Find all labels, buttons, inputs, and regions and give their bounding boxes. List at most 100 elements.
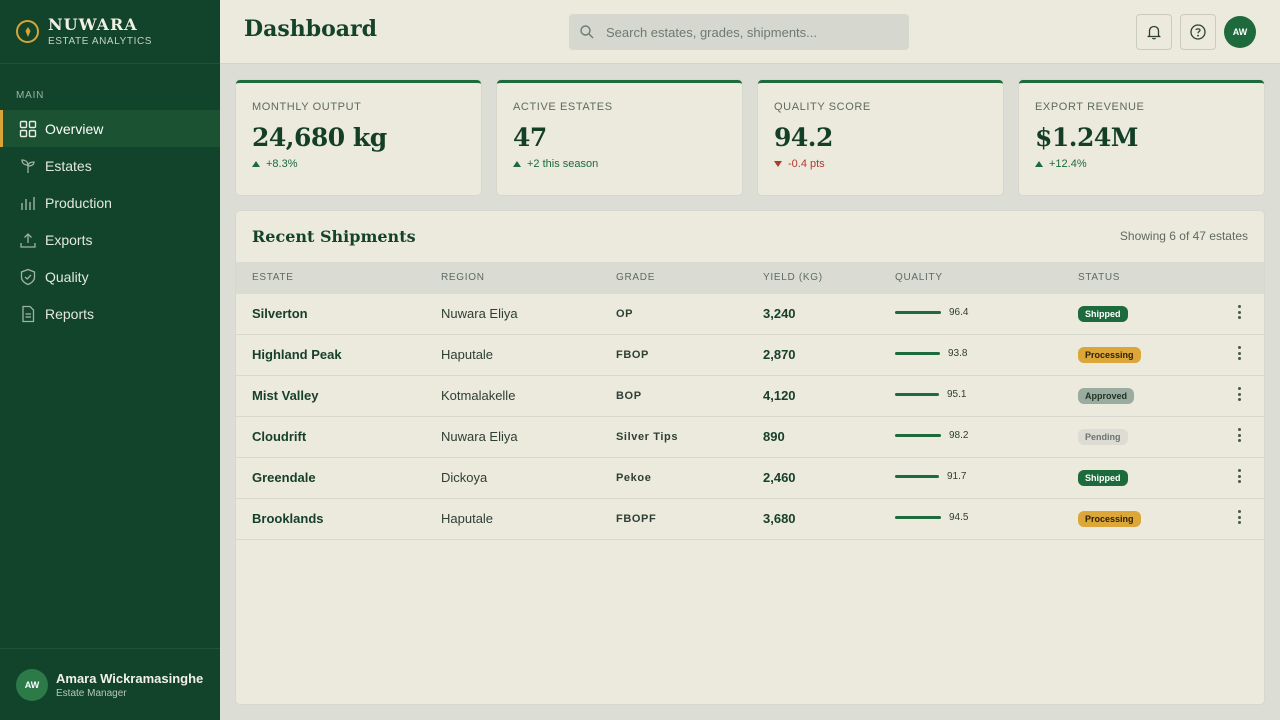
search-input[interactable] [606, 24, 896, 40]
help-button[interactable] [1180, 14, 1216, 50]
quality-bar [895, 516, 941, 519]
results-count: Showing 6 of 47 estates [1119, 229, 1248, 243]
stat-delta-text: -0.4 pts [788, 158, 825, 170]
stat-delta-text: +12.4% [1049, 158, 1087, 170]
yield-value: 2,870 [763, 347, 796, 362]
stat-value: 47 [513, 123, 547, 152]
stat-label: ACTIVE ESTATES [513, 101, 613, 113]
estate-name[interactable]: Brooklands [252, 511, 324, 526]
stat-delta: +2 this season [513, 158, 726, 170]
table-row[interactable]: Brooklands Haputale FBOPF 3,680 94.5 Processi… [236, 499, 1264, 540]
status-badge: Processing [1078, 511, 1141, 527]
status-badge-cell: Processing [1078, 510, 1141, 527]
document-icon [19, 305, 37, 323]
top-header: Dashboard AW [220, 0, 1280, 64]
more-options-icon[interactable] [1233, 426, 1245, 444]
notifications-button[interactable] [1136, 14, 1172, 50]
table-row[interactable]: Mist Valley Kotmalakelle BOP 4,120 95.1 Appro… [236, 376, 1264, 417]
region: Dickoya [441, 470, 488, 485]
yield-value: 2,460 [763, 470, 796, 485]
stat-card-monthly-output[interactable]: MONTHLY OUTPUT 24,680 kg +8.3% [236, 80, 481, 195]
shield-check-icon [19, 268, 37, 286]
grade: Pekoe [616, 472, 652, 484]
quality-value: 96.4 [949, 307, 969, 318]
stat-label: MONTHLY OUTPUT [252, 101, 362, 113]
stat-card-active-estates[interactable]: ACTIVE ESTATES 47 +2 this season [497, 80, 742, 195]
grade: OP [616, 308, 634, 320]
status-badge: Pending [1078, 429, 1128, 445]
stat-delta: -0.4 pts [774, 158, 987, 170]
upload-icon [19, 231, 37, 249]
sidebar-item-reports[interactable]: Reports [0, 295, 220, 332]
stat-card-quality-score[interactable]: QUALITY SCORE 94.2 -0.4 pts [758, 80, 1003, 195]
more-options-icon[interactable] [1233, 385, 1245, 403]
more-options-icon[interactable] [1233, 344, 1245, 362]
region: Kotmalakelle [441, 388, 516, 403]
sidebar-item-label: Quality [45, 268, 89, 285]
table-header: ESTATE REGION GRADE YIELD (KG) QUALITY S… [236, 262, 1264, 294]
brand[interactable]: NUWARA ESTATE ANALYTICS [0, 0, 220, 64]
table-row[interactable]: Cloudrift Nuwara Eliya Silver Tips 890 98.2 P… [236, 417, 1264, 458]
leaf-logo-icon [16, 20, 39, 43]
help-icon [1190, 24, 1206, 40]
nav-section-label: MAIN [16, 90, 45, 101]
estate-name[interactable]: Mist Valley [252, 388, 318, 403]
estate-name[interactable]: Silverton [252, 306, 308, 321]
table-row[interactable]: Silverton Nuwara Eliya OP 3,240 96.4 Shipped [236, 294, 1264, 335]
stat-label: QUALITY SCORE [774, 101, 871, 113]
grid-icon [19, 120, 37, 138]
estate-name[interactable]: Greendale [252, 470, 316, 485]
brand-name: NUWARA [48, 15, 138, 34]
yield-value: 4,120 [763, 388, 796, 403]
stat-value: 94.2 [774, 123, 833, 152]
region: Nuwara Eliya [441, 429, 518, 444]
stat-card-export-revenue[interactable]: EXPORT REVENUE $1.24M +12.4% [1019, 80, 1264, 195]
page-title: Dashboard [244, 16, 377, 42]
user-profile[interactable]: AW Amara Wickramasinghe Estate Manager [0, 648, 220, 720]
quality-bar [895, 475, 939, 478]
grade: FBOP [616, 349, 649, 361]
column-header-estate[interactable]: ESTATE [252, 272, 294, 283]
sidebar-item-quality[interactable]: Quality [0, 258, 220, 295]
column-header-status[interactable]: STATUS [1078, 272, 1120, 283]
column-header-yield[interactable]: YIELD (KG) [763, 272, 823, 283]
trend-up-icon [252, 161, 260, 167]
status-badge: Shipped [1078, 306, 1128, 322]
quality-value: 91.7 [947, 471, 967, 482]
stat-label: EXPORT REVENUE [1035, 101, 1145, 113]
sidebar: NUWARA ESTATE ANALYTICS MAIN Overview Es… [0, 0, 220, 720]
region: Nuwara Eliya [441, 306, 518, 321]
quality-meter: 93.8 [895, 348, 967, 359]
sidebar-item-label: Exports [45, 231, 93, 248]
quality-meter: 95.1 [895, 389, 966, 400]
sidebar-item-exports[interactable]: Exports [0, 221, 220, 258]
stat-delta: +8.3% [252, 158, 465, 170]
column-header-region[interactable]: REGION [441, 272, 485, 283]
status-badge: Processing [1078, 347, 1141, 363]
estate-name[interactable]: Cloudrift [252, 429, 306, 444]
estate-name[interactable]: Highland Peak [252, 347, 342, 362]
table-row[interactable]: Greendale Dickoya Pekoe 2,460 91.7 Shipped [236, 458, 1264, 499]
sidebar-item-estates[interactable]: Estates [0, 147, 220, 184]
table-row[interactable]: Highland Peak Haputale FBOP 2,870 93.8 Proces… [236, 335, 1264, 376]
header-avatar[interactable]: AW [1224, 16, 1256, 48]
sidebar-item-overview[interactable]: Overview [0, 110, 220, 147]
column-header-quality[interactable]: QUALITY [895, 272, 943, 283]
search-bar[interactable] [569, 14, 909, 50]
more-options-icon[interactable] [1233, 467, 1245, 485]
sidebar-item-label: Estates [45, 157, 92, 174]
bell-icon [1146, 25, 1162, 40]
status-badge-cell: Pending [1078, 428, 1128, 445]
sidebar-item-production[interactable]: Production [0, 184, 220, 221]
stat-value: $1.24M [1035, 123, 1138, 152]
more-options-icon[interactable] [1233, 508, 1245, 526]
recent-shipments-panel: Recent Shipments Showing 6 of 47 estates… [236, 211, 1264, 704]
sprout-icon [19, 157, 37, 175]
more-options-icon[interactable] [1233, 303, 1245, 321]
stat-value: 24,680 kg [252, 123, 387, 152]
quality-bar [895, 352, 940, 355]
quality-meter: 94.5 [895, 512, 968, 523]
grade: FBOPF [616, 513, 657, 525]
column-header-grade[interactable]: GRADE [616, 272, 655, 283]
trend-up-icon [1035, 161, 1043, 167]
